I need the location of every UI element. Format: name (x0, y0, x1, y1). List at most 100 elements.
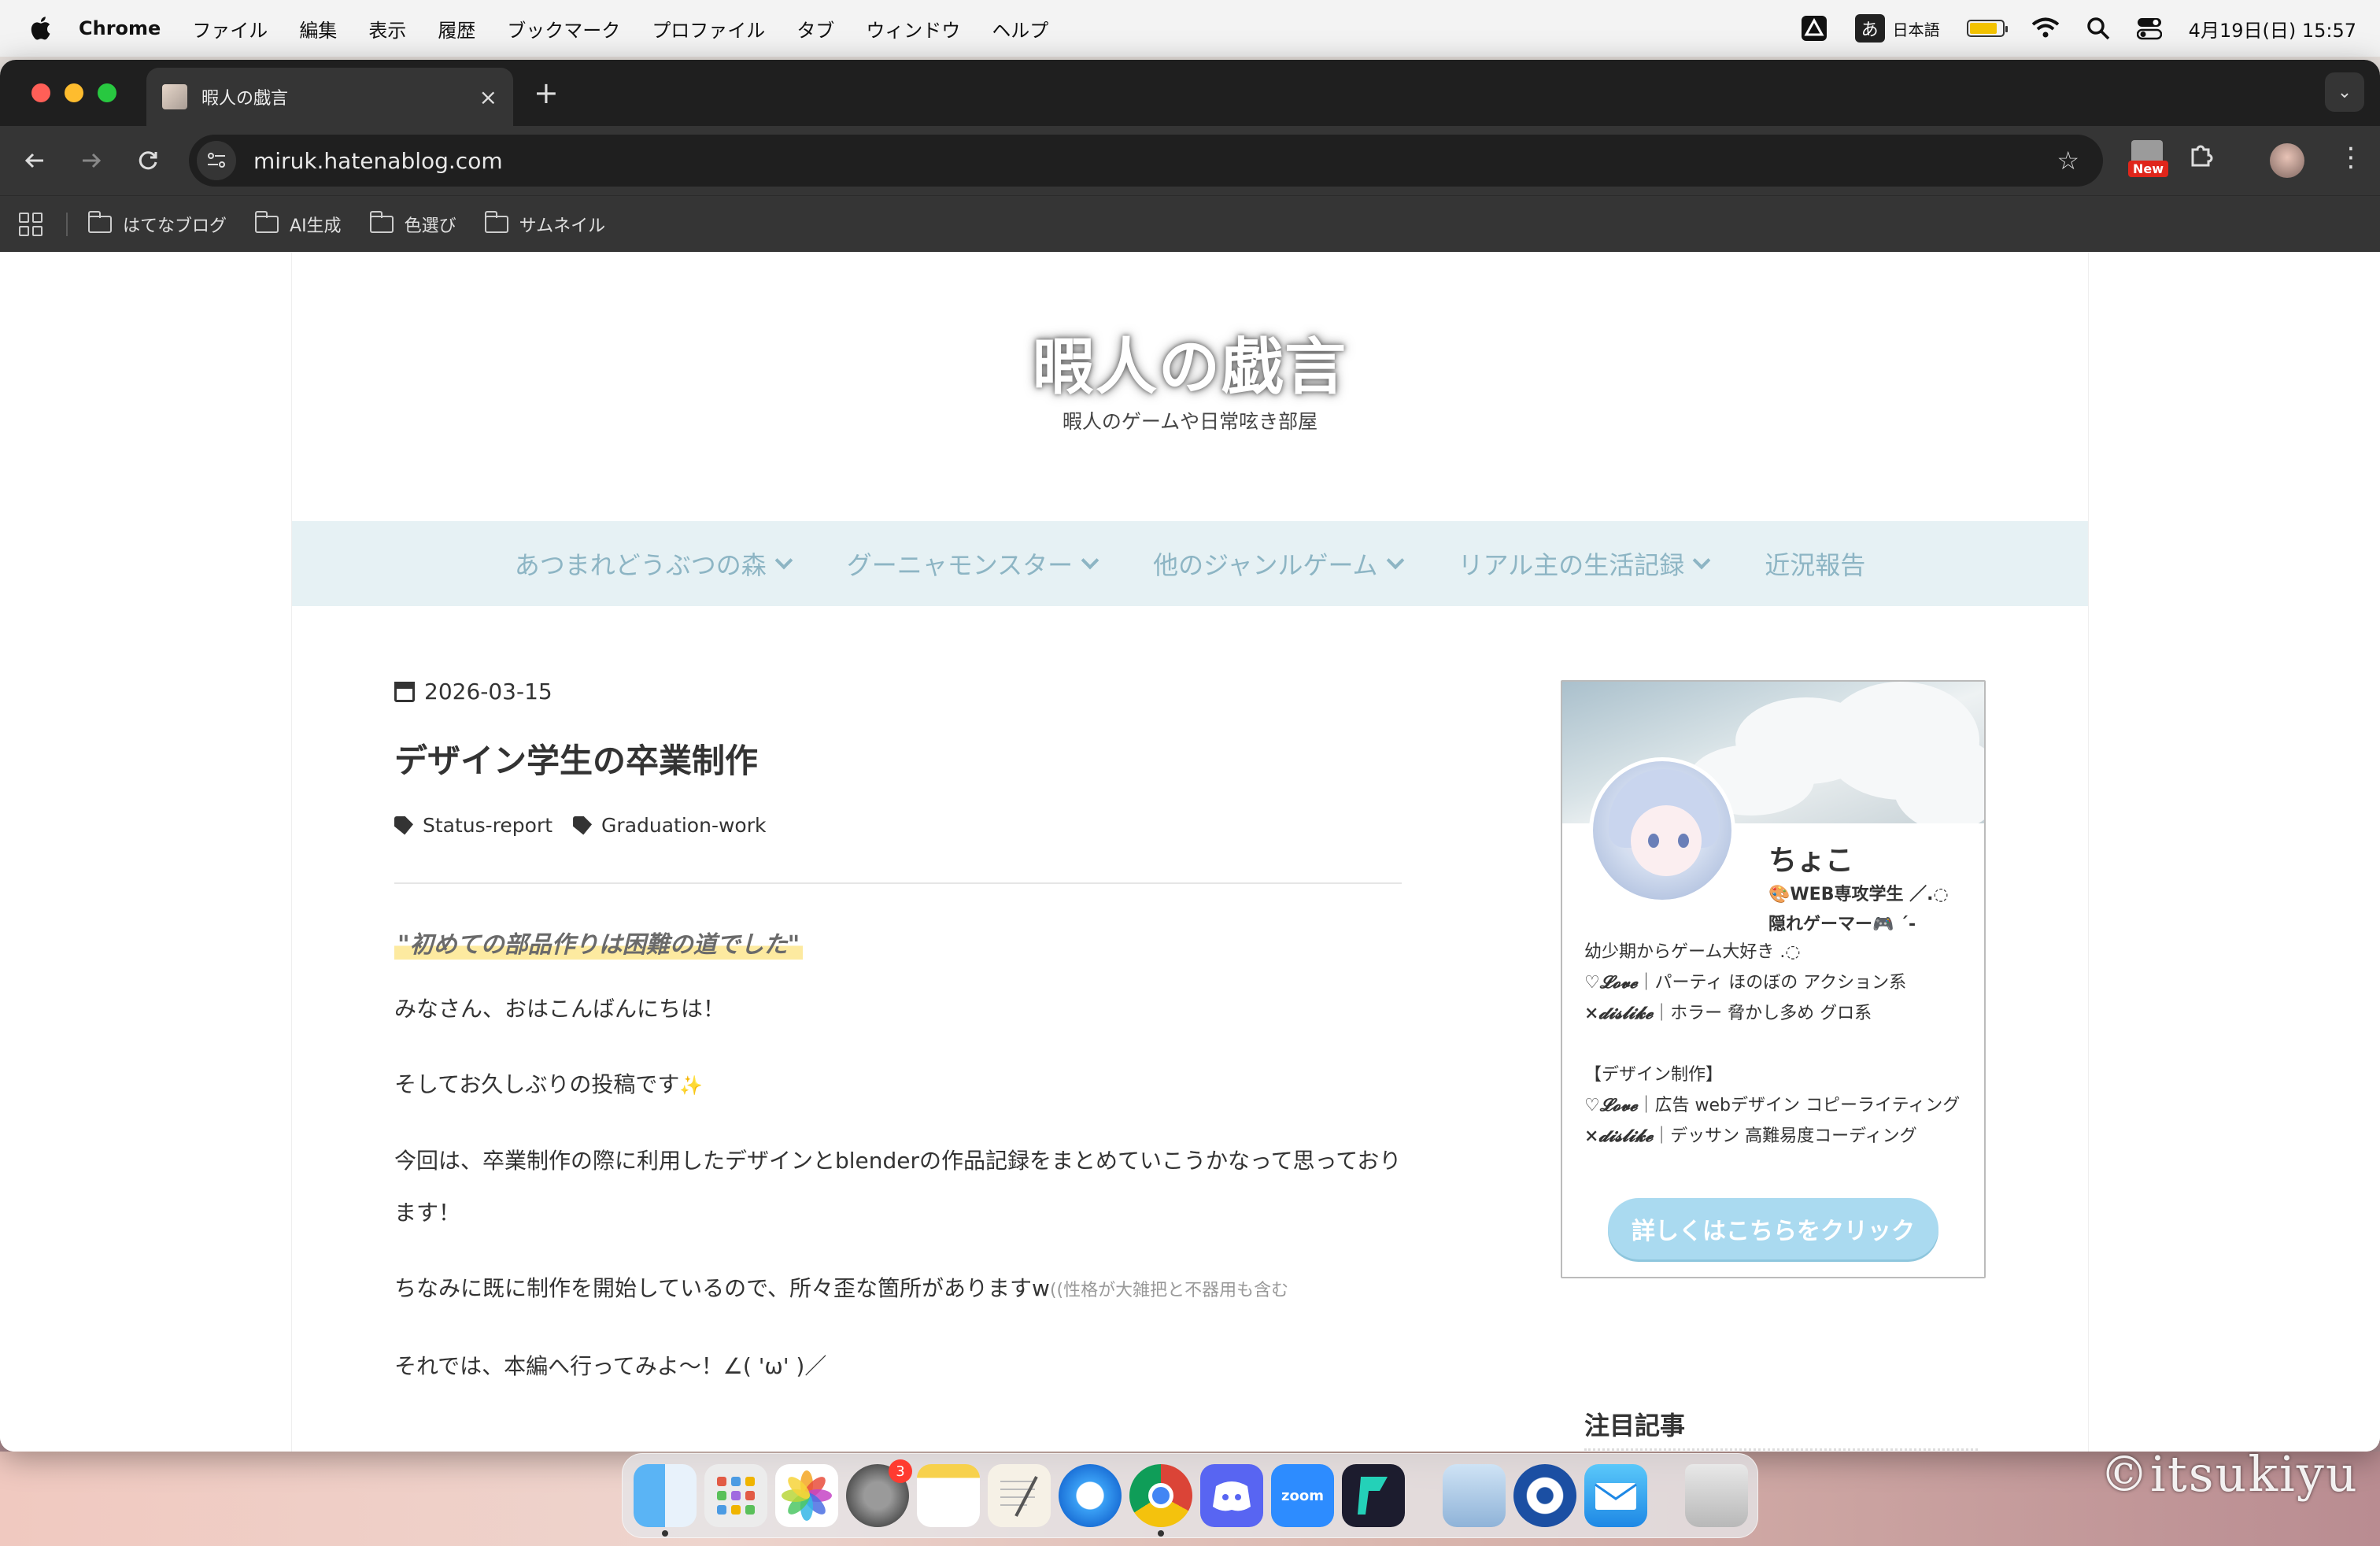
bio-text: ｜デッサン 高難易度コーディング (1653, 1126, 1917, 1146)
nav-item-real-life[interactable]: リアル主の生活記録 (1458, 546, 1711, 582)
forward-arrow-icon[interactable] (74, 143, 109, 178)
extension-new-button[interactable]: New (2128, 140, 2169, 183)
bio-text: ｜パーティ ほのぼの アクション系 (1637, 973, 1907, 993)
article-lead-quote: "初めての部品作りは困難の道でした" (394, 925, 804, 960)
nav-label: 他のジャンルゲーム (1153, 550, 1378, 580)
profile-details-button[interactable]: 詳しくはこちらをクリック (1608, 1198, 1938, 1259)
nav-item-recent-report[interactable]: 近況報告 (1765, 546, 1865, 582)
menu-app-name[interactable]: Chrome (79, 17, 161, 39)
reload-icon[interactable] (131, 143, 165, 178)
tag-graduation-work[interactable]: Graduation-work (573, 814, 766, 837)
tab-strip: 暇人の戯言 × + ⌄ (0, 60, 2380, 126)
notes-icon[interactable] (917, 1464, 980, 1527)
bookmark-folder-thumbnail[interactable]: サムネイル (484, 210, 606, 237)
nav-item-gunya-monster[interactable]: グーニャモンスター (847, 546, 1099, 582)
bookmark-folder-ai[interactable]: AI生成 (255, 210, 342, 237)
site-info-tune-icon[interactable] (197, 141, 236, 180)
app-blue-ring-icon[interactable] (1513, 1464, 1576, 1527)
minimize-window-button[interactable] (65, 83, 83, 102)
control-center-icon[interactable] (2136, 13, 2162, 44)
bio-line: ♡𝓛𝓸𝓿𝓮｜広告 webデザイン コピーライティング (1584, 1090, 1978, 1121)
menu-history[interactable]: 履歴 (438, 15, 475, 43)
menu-window[interactable]: ウィンドウ (866, 15, 960, 43)
profile-name: ちょこ (1768, 845, 1854, 877)
system-settings-icon[interactable]: 3 (846, 1459, 912, 1527)
url-text: miruk.hatenablog.com (253, 147, 503, 174)
bookmark-folder-colors[interactable]: 色選び (369, 210, 456, 237)
trash-icon[interactable] (1685, 1464, 1748, 1527)
bookmarks-bar: はてなブログ AI生成 色選び サムネイル (0, 195, 2380, 252)
drive-icon[interactable] (1800, 13, 1828, 44)
menu-edit[interactable]: 編集 (299, 15, 337, 43)
input-source-indicator[interactable]: あ 日本語 (1854, 13, 1940, 44)
dislike-label: ×𝓭𝓲𝓼𝓵𝓲𝓴𝓮 (1584, 1126, 1654, 1146)
zoom-window-button[interactable] (98, 83, 116, 102)
bio-section-heading: 【デザイン制作】 (1584, 1065, 1724, 1085)
new-tab-plus-icon[interactable]: + (534, 77, 559, 109)
battery-icon[interactable] (1966, 13, 2008, 44)
chrome-menu-kebab-icon[interactable]: ⋮ (2338, 142, 2364, 173)
zoom-icon[interactable]: zoom (1271, 1464, 1334, 1527)
profile-card: ちょこ 🎨WEB専攻学生 ／.◌ 隠れゲーマー🎮 ˊ- 幼少期からゲーム大好き … (1561, 680, 1986, 1278)
menu-profiles[interactable]: プロファイル (652, 15, 765, 43)
menu-bookmarks[interactable]: ブックマーク (507, 15, 620, 43)
profile-avatar-image (1589, 757, 1735, 904)
bio-line: ♡𝓛𝓸𝓿𝓮｜パーティ ほのぼの アクション系 (1584, 967, 1978, 998)
apps-grid-icon[interactable] (19, 212, 42, 236)
nav-item-other-games[interactable]: 他のジャンルゲーム (1153, 546, 1404, 582)
discord-icon[interactable] (1200, 1464, 1263, 1527)
article-paragraph-return: そしてお久しぶりの投稿です✨ (394, 1059, 1402, 1111)
chevron-down-icon (1692, 551, 1711, 570)
filmora-icon[interactable] (1342, 1464, 1405, 1527)
bookmark-star-icon[interactable]: ☆ (2057, 146, 2079, 176)
bio-line: ×𝓭𝓲𝓼𝓵𝓲𝓴𝓮｜デッサン 高難易度コーディング (1584, 1121, 1978, 1152)
global-nav: あつまれどうぶつの森 グーニャモンスター 他のジャンルゲーム リアル主の生活記録… (292, 521, 2088, 606)
nav-item-animal-crossing[interactable]: あつまれどうぶつの森 (515, 546, 793, 582)
close-window-button[interactable] (31, 83, 50, 102)
sparkle-icon: ✨ (679, 1074, 704, 1097)
menubar-clock[interactable]: 4月19日(日) 15:57 (2189, 15, 2356, 43)
article-title[interactable]: デザイン学生の卒業制作 (394, 734, 1402, 782)
wifi-icon[interactable] (2031, 13, 2060, 44)
article-paragraph-intro: 今回は、卒業制作の際に利用したデザインとblenderの作品記録をまとめていこう… (394, 1148, 1402, 1226)
chevron-down-icon (774, 551, 793, 570)
address-bar[interactable]: miruk.hatenablog.com ☆ (189, 135, 2103, 187)
browser-toolbar: miruk.hatenablog.com ☆ New ⋮ (0, 126, 2380, 195)
article-date-text: 2026-03-15 (424, 679, 552, 705)
preview-icon[interactable] (1443, 1464, 1506, 1527)
menu-file[interactable]: ファイル (192, 15, 268, 43)
mail-icon[interactable] (1584, 1464, 1647, 1527)
folder-icon (484, 210, 508, 233)
bookmark-label: サムネイル (519, 216, 606, 236)
spotlight-search-icon[interactable] (2086, 13, 2110, 44)
tab-close-icon[interactable]: × (479, 84, 497, 110)
launchpad-icon[interactable] (704, 1464, 767, 1527)
menu-help[interactable]: ヘルプ (992, 15, 1048, 43)
profile-role-line: 隠れゲーマー🎮 ˊ- (1768, 915, 1916, 934)
chrome-icon[interactable] (1129, 1464, 1192, 1537)
extensions-puzzle-icon[interactable] (2188, 142, 2215, 176)
textedit-icon[interactable] (988, 1464, 1051, 1527)
tab-active[interactable]: 暇人の戯言 × (146, 68, 513, 126)
safari-icon[interactable] (1059, 1464, 1122, 1527)
back-arrow-icon[interactable] (17, 143, 52, 178)
blog-description: 暇人のゲームや日常呟き部屋 (1062, 410, 1318, 433)
menu-view[interactable]: 表示 (368, 15, 406, 43)
finder-icon[interactable] (634, 1464, 697, 1537)
menu-tab[interactable]: タブ (796, 15, 834, 43)
profile-role-line: 🎨WEB専攻学生 ／.◌ (1768, 885, 1949, 904)
photos-icon[interactable] (775, 1464, 838, 1527)
article-paragraph-greeting: みなさん、おはこんばんにちは！ (394, 996, 726, 1022)
bookmark-label: 色選び (404, 216, 456, 236)
apple-icon[interactable] (28, 14, 52, 43)
bookmark-folder-hatena[interactable]: はてなブログ (88, 210, 227, 237)
article-date[interactable]: 2026-03-15 (394, 679, 1402, 705)
mac-dock: 3 zoom (622, 1453, 1758, 1538)
tab-search-chevron-icon[interactable]: ⌄ (2325, 72, 2364, 112)
paragraph-aside: ((性格が大雑把と不器用も含む (1049, 1281, 1289, 1300)
tag-status-report[interactable]: Status-report (394, 814, 552, 837)
love-label: ♡𝓛𝓸𝓿𝓮 (1584, 972, 1638, 993)
article-divider (394, 882, 1402, 884)
blog-title[interactable]: 暇人の戯言 (292, 318, 2088, 406)
profile-avatar[interactable] (2270, 143, 2304, 178)
